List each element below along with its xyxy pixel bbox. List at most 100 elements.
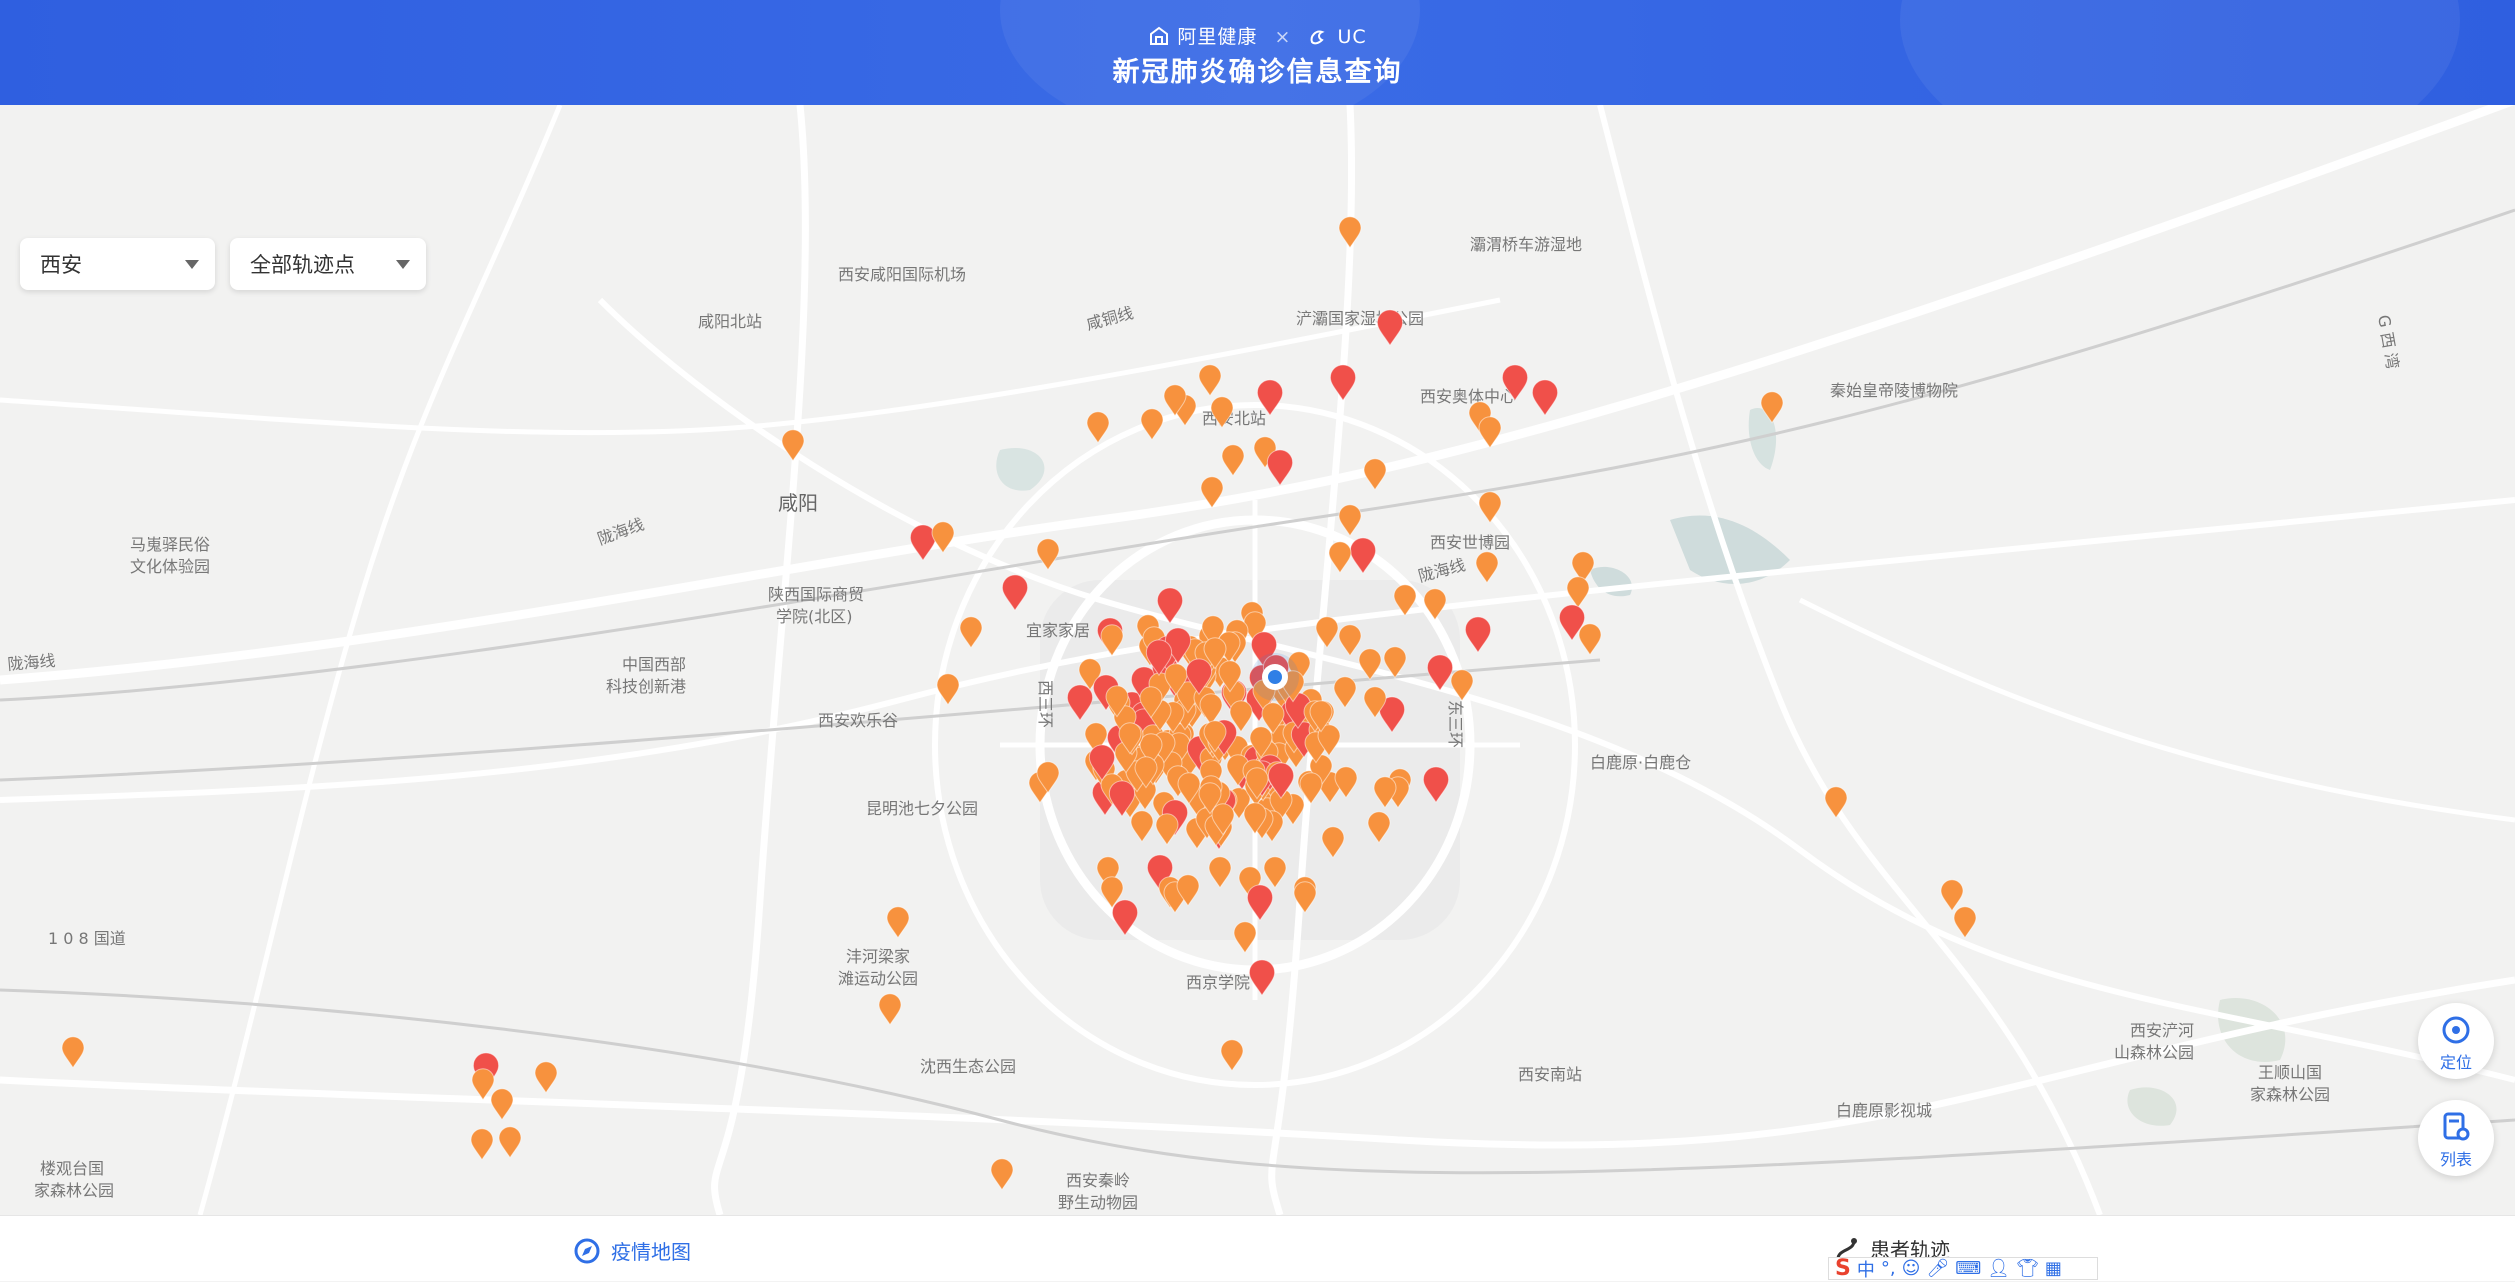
list-button[interactable]: 列表 [2418, 1100, 2494, 1176]
map-label: 东三环 [1446, 700, 1465, 748]
map-label: 野生动物园 [1058, 1193, 1138, 1212]
map-label: 咸铜线 [1084, 303, 1135, 334]
map-label: 浐灞国家湿地公园 [1296, 309, 1424, 328]
brand-line: 阿里健康 × UC [0, 22, 2515, 51]
case-marker[interactable] [1478, 491, 1502, 524]
case-marker[interactable] [959, 616, 983, 649]
map-label: 王顺山国 [2258, 1063, 2322, 1082]
case-marker[interactable] [1086, 411, 1110, 444]
ime-mode[interactable]: 中 [1857, 1256, 1875, 1282]
map-label: 滩运动公园 [838, 969, 918, 988]
ime-logo-icon: S [1835, 1256, 1851, 1281]
track-filter-value: 全部轨迹点 [250, 253, 355, 277]
map-label: 秦始皇帝陵博物院 [1830, 381, 1958, 400]
case-marker[interactable] [1140, 408, 1164, 441]
case-marker[interactable] [1338, 504, 1362, 537]
map-label: 陇海线 [595, 514, 647, 548]
grid-icon[interactable]: ▦ [2045, 1258, 2062, 1279]
list-icon [2443, 1112, 2470, 1141]
map-label: G 西 湾 [2374, 313, 2402, 370]
case-marker[interactable] [498, 1126, 522, 1159]
case-marker[interactable] [534, 1061, 558, 1094]
map-label: 宜家家居 [1026, 621, 1090, 640]
map-label: 咸阳北站 [698, 312, 762, 331]
map-label: 1 0 8 国道 [48, 929, 126, 948]
case-marker[interactable] [471, 1068, 495, 1101]
case-marker[interactable] [886, 906, 910, 939]
map-label: 科技创新港 [606, 677, 686, 696]
case-marker[interactable] [470, 1128, 494, 1161]
case-marker[interactable] [1328, 541, 1352, 574]
map-label: 西安浐河 [2130, 1021, 2194, 1040]
case-marker[interactable] [1578, 623, 1602, 656]
case-marker[interactable] [1221, 444, 1245, 477]
map-label: 陕西国际商贸 [768, 585, 864, 604]
case-marker[interactable] [1475, 551, 1499, 584]
list-label: 列表 [2439, 1150, 2472, 1169]
alihealth-logo-icon [1148, 26, 1170, 51]
case-marker[interactable] [1464, 616, 1492, 654]
current-location-marker [1251, 653, 1299, 701]
case-marker[interactable] [878, 993, 902, 1026]
case-marker[interactable] [990, 1158, 1014, 1191]
track-filter-select[interactable]: 全部轨迹点 [230, 238, 426, 290]
map-label: 沈西生态公园 [920, 1057, 1016, 1076]
map-label: 家森林公园 [34, 1181, 114, 1200]
map-label: 西安秦岭 [1066, 1171, 1130, 1190]
skin-icon[interactable]: 👕︎ [2016, 1258, 2039, 1279]
city-select-value: 西安 [40, 253, 82, 277]
map-label: 白鹿原·白鹿仓 [1590, 753, 1691, 772]
emoji-icon[interactable]: ☺ [1902, 1258, 1921, 1279]
chevron-down-icon [185, 260, 199, 269]
map-label: 沣河梁家 [846, 947, 910, 966]
map-label: 山森林公园 [2114, 1043, 2194, 1062]
case-marker[interactable] [1363, 458, 1387, 491]
compass-icon [574, 1238, 600, 1263]
case-marker[interactable] [61, 1036, 85, 1069]
case-marker[interactable] [1953, 906, 1977, 939]
user-icon[interactable]: 👤︎ [1987, 1258, 2010, 1279]
punctuation-icon[interactable]: °, [1881, 1258, 1896, 1279]
microphone-icon[interactable]: 🎤︎ [1926, 1258, 1949, 1279]
city-select[interactable]: 西安 [20, 238, 215, 290]
locate-button[interactable]: 定位 [2418, 1003, 2494, 1079]
case-marker[interactable] [1001, 574, 1029, 612]
map-label: 学院(北区) [776, 607, 853, 626]
map-label: 家森林公园 [2250, 1085, 2330, 1104]
map-label: 中国西部 [622, 655, 686, 674]
case-marker[interactable] [1338, 216, 1362, 249]
map-label: 陇海线 [7, 651, 56, 674]
map-label: 西安欢乐谷 [818, 711, 898, 730]
uc-logo-icon [1308, 26, 1330, 51]
case-marker[interactable] [490, 1088, 514, 1121]
case-marker[interactable] [1824, 786, 1848, 819]
case-marker[interactable] [1220, 1039, 1244, 1072]
case-marker[interactable] [1266, 449, 1294, 487]
map-label: 陇海线 [1416, 555, 1467, 586]
case-marker[interactable] [1940, 879, 1964, 912]
brand-separator: × [1274, 26, 1292, 48]
map-label: 西安奥体中心 [1420, 387, 1516, 406]
map-label: 马嵬驿民俗 [130, 535, 210, 554]
app-header: 阿里健康 × UC 新冠肺炎确诊信息查询 [0, 0, 2515, 105]
map-label: 咸阳 [778, 491, 818, 515]
brand-uc: UC [1337, 26, 1367, 48]
case-marker[interactable] [1198, 364, 1222, 397]
case-marker[interactable] [1376, 309, 1404, 347]
chevron-down-icon [396, 260, 410, 269]
tab-epidemic-map[interactable]: 疫情地图 [573, 1236, 691, 1265]
case-marker[interactable] [1349, 537, 1377, 575]
case-marker[interactable] [1566, 576, 1590, 609]
keyboard-icon[interactable]: ⌨ [1955, 1258, 1981, 1279]
case-marker[interactable] [1036, 538, 1060, 571]
map-label: 西安咸阳国际机场 [838, 265, 966, 284]
map-label: 西安世博园 [1430, 533, 1510, 552]
bottom-tab-bar: 疫情地图 患者轨迹 [0, 1215, 2515, 1281]
case-marker[interactable] [1531, 379, 1559, 417]
map-label: 西安南站 [1518, 1065, 1582, 1084]
ime-toolbar[interactable]: S 中 °, ☺ 🎤︎ ⌨ 👤︎ 👕︎ ▦ [1828, 1256, 2098, 1282]
locate-icon [2442, 1016, 2470, 1044]
map-label: 白鹿原影视城 [1836, 1101, 1932, 1120]
tab-epidemic-map-label: 疫情地图 [611, 1240, 691, 1264]
case-marker[interactable] [1329, 364, 1357, 402]
